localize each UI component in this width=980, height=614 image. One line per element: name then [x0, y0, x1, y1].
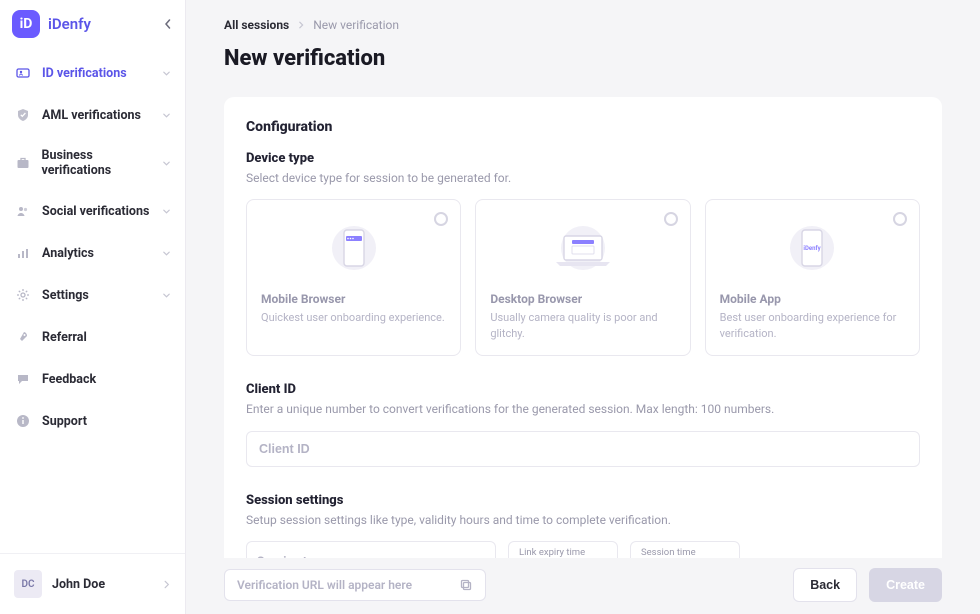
chevron-right-icon	[162, 580, 171, 589]
user-menu[interactable]: DC John Doe	[8, 562, 177, 606]
sidebar-item-label: Business verifications	[41, 148, 162, 178]
sidebar-collapse-button[interactable]	[163, 19, 173, 29]
copy-url-button[interactable]	[459, 578, 473, 592]
sidebar-item-label: ID verifications	[42, 66, 127, 81]
brand-name: iDenfy	[48, 15, 91, 33]
back-button[interactable]: Back	[793, 568, 857, 602]
url-placeholder: Verification URL will appear here	[237, 578, 412, 592]
device-option-mobile-browser[interactable]: Mobile Browser Quickest user onboarding …	[246, 199, 461, 356]
chevron-down-icon	[162, 69, 171, 78]
mobile-browser-illustration	[261, 216, 446, 280]
chevron-down-icon	[598, 556, 607, 558]
field-title: Device type	[246, 151, 920, 166]
client-id-block: Client ID Enter a unique number to conve…	[246, 382, 920, 466]
sidebar-item-id-verifications[interactable]: ID verifications	[6, 52, 179, 94]
sidebar-item-label: Support	[42, 414, 87, 429]
device-name: Desktop Browser	[490, 292, 675, 306]
sidebar: iD iDenfy ID verifications AML veri	[0, 0, 186, 614]
device-desc: Best user onboarding experience for veri…	[720, 310, 905, 341]
select-placeholder: Session type	[257, 554, 485, 558]
device-desc: Usually camera quality is poor and glitc…	[490, 310, 675, 341]
select-label: Link expiry time	[519, 548, 607, 558]
session-settings-block: Session settings Setup session settings …	[246, 493, 920, 558]
client-id-input[interactable]	[246, 431, 920, 467]
breadcrumb-root[interactable]: All sessions	[224, 18, 289, 32]
sidebar-item-support[interactable]: Support	[6, 400, 179, 442]
chevron-down-icon	[162, 111, 171, 120]
avatar: DC	[14, 570, 42, 598]
device-option-mobile-app[interactable]: iDenfy Mobile App Best user onboarding e…	[705, 199, 920, 356]
breadcrumb: All sessions New verification	[224, 18, 942, 32]
sidebar-item-analytics[interactable]: Analytics	[6, 232, 179, 274]
chevron-down-icon	[162, 249, 171, 258]
sidebar-footer: DC John Doe	[0, 553, 185, 614]
chevron-left-icon	[163, 19, 173, 29]
content-scroll[interactable]: All sessions New verification New verifi…	[186, 0, 980, 558]
breadcrumb-leaf: New verification	[313, 18, 399, 32]
sidebar-nav: ID verifications AML verifications Bus	[0, 52, 185, 442]
device-name: Mobile Browser	[261, 292, 446, 306]
desktop-browser-illustration	[490, 216, 675, 280]
rocket-icon	[14, 328, 32, 346]
device-desc: Quickest user onboarding experience.	[261, 310, 446, 325]
field-title: Session settings	[246, 493, 920, 508]
verification-url-box: Verification URL will appear here	[224, 569, 486, 601]
main: All sessions New verification New verifi…	[186, 0, 980, 614]
select-label: Session time	[641, 548, 729, 558]
sidebar-item-label: Settings	[42, 288, 89, 303]
copy-icon	[459, 578, 473, 592]
id-icon	[14, 64, 32, 82]
chat-icon	[14, 370, 32, 388]
sidebar-item-label: AML verifications	[42, 108, 141, 123]
sidebar-item-label: Referral	[42, 330, 87, 345]
sidebar-item-referral[interactable]: Referral	[6, 316, 179, 358]
device-options: Mobile Browser Quickest user onboarding …	[246, 199, 920, 356]
chevron-down-icon	[162, 207, 171, 216]
sidebar-item-label: Analytics	[42, 246, 94, 261]
brand-logo: iD	[12, 10, 40, 38]
brand-header: iD iDenfy	[0, 0, 185, 52]
create-button[interactable]: Create	[869, 568, 942, 602]
briefcase-icon	[14, 154, 31, 172]
field-desc: Enter a unique number to convert verific…	[246, 401, 920, 418]
session-type-select[interactable]: Session type	[246, 541, 496, 558]
page-title: New verification	[224, 46, 942, 71]
svg-text:iDenfy: iDenfy	[804, 245, 822, 252]
mobile-app-illustration: iDenfy	[720, 216, 905, 280]
session-time-select[interactable]: Session time 30 min	[630, 541, 740, 558]
field-desc: Select device type for session to be gen…	[246, 170, 920, 187]
sidebar-item-label: Social verifications	[42, 204, 149, 219]
chevron-down-icon	[720, 556, 729, 558]
sidebar-item-label: Feedback	[42, 372, 96, 387]
chevron-down-icon	[162, 291, 171, 300]
sidebar-item-business-verifications[interactable]: Business verifications	[6, 136, 179, 190]
device-option-desktop-browser[interactable]: Desktop Browser Usually camera quality i…	[475, 199, 690, 356]
people-icon	[14, 202, 32, 220]
link-expiry-select[interactable]: Link expiry time 24 hours	[508, 541, 618, 558]
sidebar-item-social-verifications[interactable]: Social verifications	[6, 190, 179, 232]
chevron-right-icon	[297, 21, 305, 29]
config-card: Configuration Device type Select device …	[224, 97, 942, 558]
device-name: Mobile App	[720, 292, 905, 306]
sidebar-item-aml-verifications[interactable]: AML verifications	[6, 94, 179, 136]
field-title: Client ID	[246, 382, 920, 397]
chevron-down-icon	[476, 556, 485, 558]
footer-bar: Verification URL will appear here Back C…	[186, 558, 980, 614]
gear-icon	[14, 286, 32, 304]
device-block: Device type Select device type for sessi…	[246, 151, 920, 356]
sidebar-item-settings[interactable]: Settings	[6, 274, 179, 316]
field-desc: Setup session settings like type, validi…	[246, 512, 920, 529]
chevron-down-icon	[162, 159, 171, 168]
sidebar-item-feedback[interactable]: Feedback	[6, 358, 179, 400]
radio-icon	[664, 212, 678, 226]
user-name: John Doe	[52, 577, 105, 592]
info-icon	[14, 412, 32, 430]
chart-icon	[14, 244, 32, 262]
shield-check-icon	[14, 106, 32, 124]
section-heading: Configuration	[246, 119, 920, 135]
